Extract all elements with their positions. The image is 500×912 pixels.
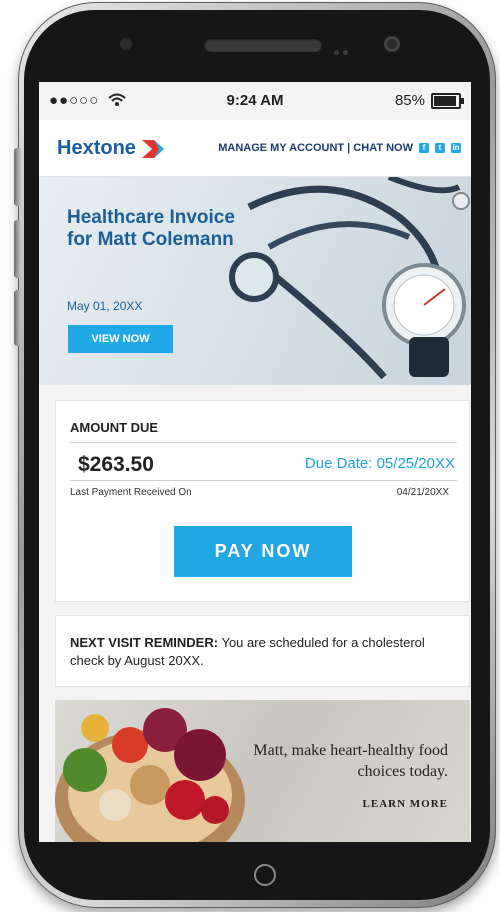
divider [70,480,457,481]
home-button[interactable] [254,864,276,886]
stethoscope-illustration [229,177,470,380]
sensor-dots [334,42,356,55]
hero-banner: Healthcare Invoice for Matt Colemann May… [39,177,471,385]
pay-now-button[interactable]: PAY NOW [174,526,352,577]
visit-reminder-card: NEXT VISIT REMINDER: You are scheduled f… [55,615,470,687]
email-header: Hextone MANAGE MY ACCOUNT | CHAT NOW f t… [39,120,471,177]
side-button-volume-down [14,220,21,278]
last-payment-label: Last Payment Received On [70,487,192,498]
battery-percent: 85% [394,92,425,109]
side-button-volume-up [14,148,21,206]
side-button-power [14,290,21,346]
amount-due-label: AMOUNT DUE [70,420,159,435]
twitter-icon[interactable]: t [435,143,445,153]
reminder-label: NEXT VISIT REMINDER: [70,635,219,650]
last-payment-date: 04/21/20XX [396,487,449,498]
logo-arrow-icon [141,139,164,158]
battery-icon [431,92,464,109]
view-now-button[interactable]: VIEW NOW [68,325,173,353]
reminder-text: NEXT VISIT REMINDER: You are scheduled f… [70,634,455,670]
amount-due-value: $263.50 [78,453,154,476]
healthy-food-promo[interactable]: Matt, make heart-healthy food choices to… [55,700,470,842]
battery-status: 85% [394,92,464,109]
header-nav-links[interactable]: MANAGE MY ACCOUNT | CHAT NOW [218,142,413,154]
header-nav: MANAGE MY ACCOUNT | CHAT NOW f t in [218,142,461,154]
due-date: Due Date: 05/25/20XX [304,455,455,472]
earpiece-speaker [204,38,322,52]
divider [70,442,457,443]
status-bar: ●●○○○ 9:24 AM 85% [39,82,471,120]
hextone-logo[interactable]: Hextone [57,137,164,160]
facebook-icon[interactable]: f [419,143,429,153]
linkedin-icon[interactable]: in [451,143,461,153]
amount-due-card: AMOUNT DUE $263.50 Due Date: 05/25/20XX … [55,400,470,602]
learn-more-link[interactable]: LEARN MORE [363,798,448,810]
promo-message: Matt, make heart-healthy food choices to… [253,742,448,780]
invoice-date: May 01, 20XX [67,299,143,313]
food-bowl-illustration [55,708,245,842]
logo-text: Hextone [57,137,136,159]
front-camera [384,36,400,52]
proximity-sensor [120,38,132,50]
